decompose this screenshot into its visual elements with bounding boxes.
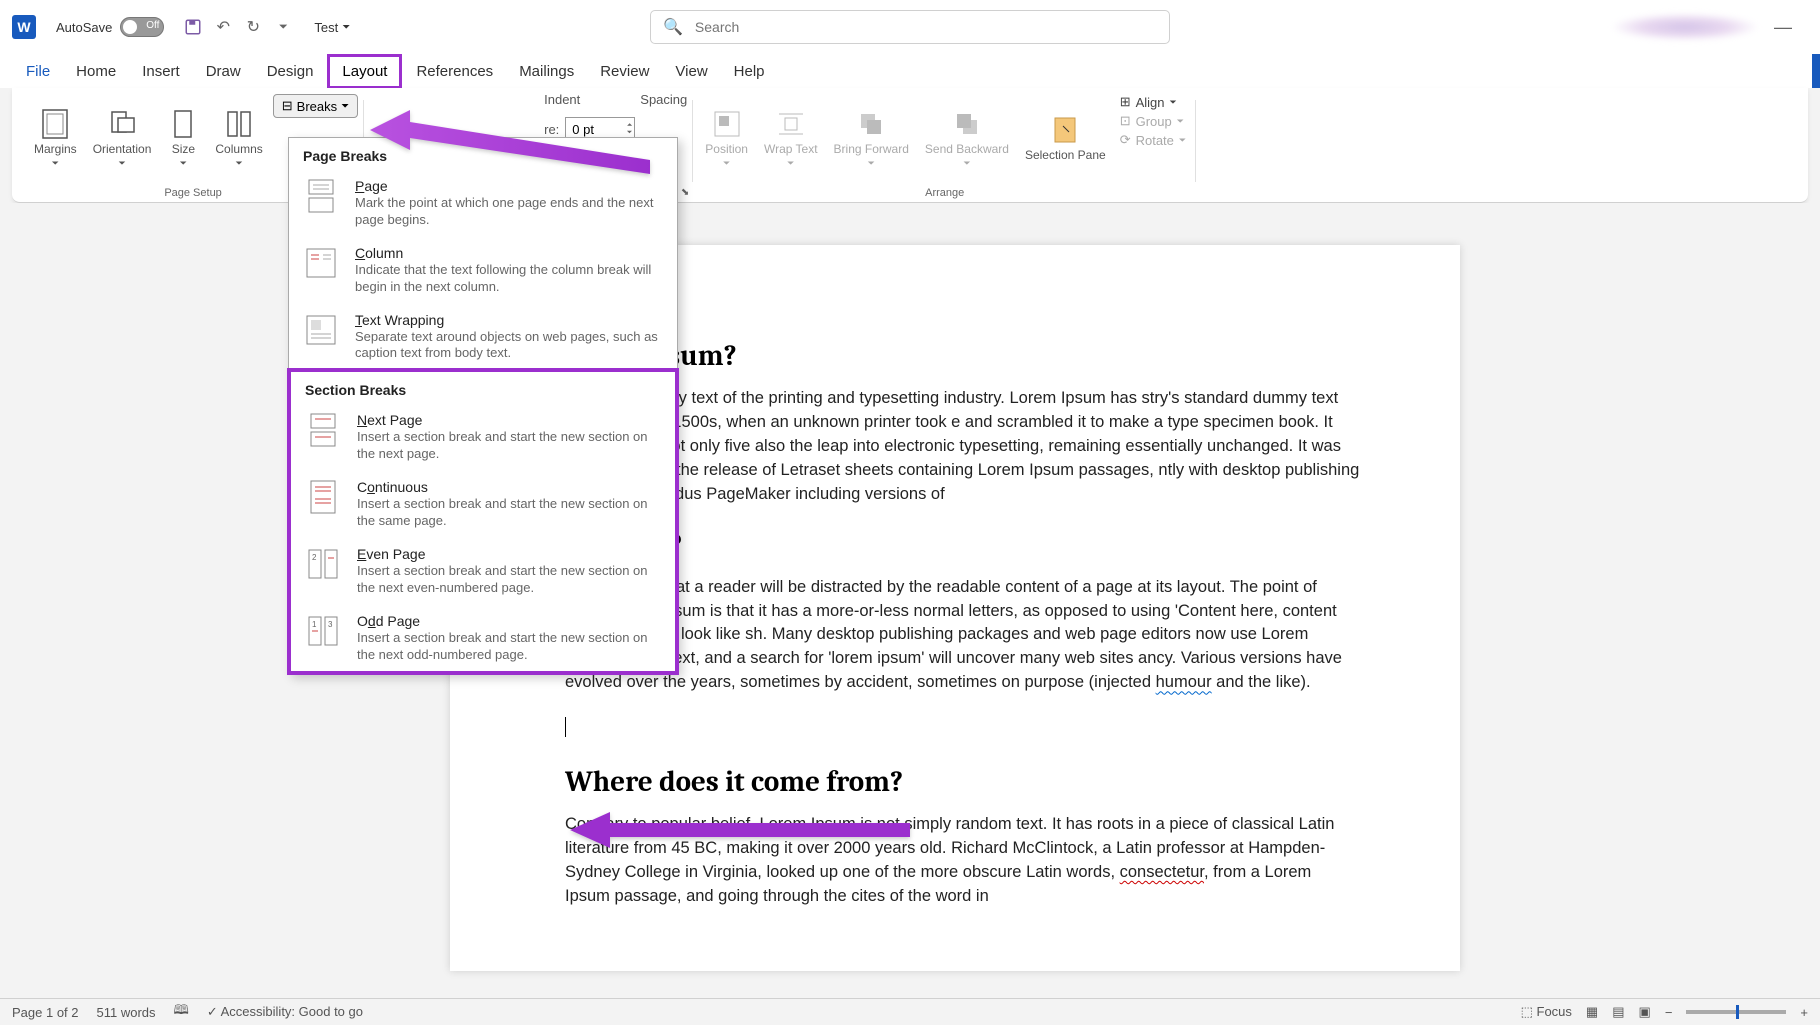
margins-button[interactable]: Margins⏷ xyxy=(28,92,83,184)
break-type-icon xyxy=(303,178,339,214)
tab-view[interactable]: View xyxy=(663,57,719,86)
paragraph-1: is simply dummy text of the printing and… xyxy=(565,387,1360,507)
size-button[interactable]: Size⏷ xyxy=(161,92,205,184)
break-type-icon: 13 xyxy=(305,613,341,649)
svg-text:2: 2 xyxy=(312,553,317,562)
word-app-icon: W xyxy=(12,15,36,39)
language-icon[interactable]: 🕮 xyxy=(174,1001,189,1023)
word-count[interactable]: 511 words xyxy=(97,1005,156,1020)
focus-mode[interactable]: ⬚ Focus xyxy=(1521,1004,1572,1020)
web-layout-icon[interactable]: ▣ xyxy=(1639,1004,1651,1020)
arrange-label: Arrange xyxy=(925,184,964,202)
text-cursor xyxy=(565,717,566,737)
breaks-menu-item[interactable]: Next PageInsert a section break and star… xyxy=(291,404,675,471)
breaks-menu-item[interactable]: 13 Odd PageInsert a section break and st… xyxy=(291,605,675,672)
breaks-menu-item[interactable]: Text WrappingSeparate text around object… xyxy=(289,304,677,371)
paragraph-2: ablished fact that a reader will be dist… xyxy=(565,576,1360,696)
breaks-dropdown-menu: Page Breaks PageMark the point at which … xyxy=(288,137,678,674)
paragraph-dialog-launcher[interactable]: ⬊ xyxy=(681,187,689,198)
ribbon-tabs: File Home Insert Draw Design Layout Refe… xyxy=(0,54,1820,88)
tab-review[interactable]: Review xyxy=(588,57,661,86)
qat-customize-icon[interactable]: ⏷ xyxy=(272,16,294,38)
rotate-icon: ⟳ xyxy=(1120,132,1131,148)
heading-1: orem Ipsum? xyxy=(565,340,1360,373)
zoom-slider[interactable] xyxy=(1686,1010,1786,1014)
send-backward-button[interactable]: Send Backward⏷ xyxy=(919,92,1015,184)
tab-home[interactable]: Home xyxy=(64,57,128,86)
user-account[interactable] xyxy=(1610,13,1760,41)
undo-icon[interactable]: ↶ xyxy=(212,16,234,38)
zoom-out-icon[interactable]: − xyxy=(1665,1005,1673,1020)
minimize-icon[interactable]: — xyxy=(1774,17,1792,38)
page-indicator[interactable]: Page 1 of 2 xyxy=(12,1005,79,1020)
title-bar: W AutoSave Off ↶ ↻ ⏷ Test ⏷ 🔍 — xyxy=(0,0,1820,54)
svg-text:3: 3 xyxy=(328,620,333,629)
svg-text:1: 1 xyxy=(312,620,317,629)
autosave-control[interactable]: AutoSave Off xyxy=(56,17,164,37)
tab-draw[interactable]: Draw xyxy=(194,57,253,86)
rotate-button[interactable]: ⟳Rotate ⏷ xyxy=(1120,132,1186,148)
align-icon: ⊞ xyxy=(1120,94,1131,110)
print-layout-icon[interactable]: ▤ xyxy=(1612,1004,1624,1020)
orientation-button[interactable]: Orientation⏷ xyxy=(87,92,158,184)
break-type-icon xyxy=(305,479,341,515)
tab-design[interactable]: Design xyxy=(255,57,326,86)
breaks-icon: ⊟ xyxy=(282,98,293,114)
columns-button[interactable]: Columns⏷ xyxy=(209,92,268,184)
group-icon: ⊡ xyxy=(1120,113,1131,129)
bring-forward-button[interactable]: Bring Forward⏷ xyxy=(828,92,915,184)
breaks-menu-item[interactable]: ContinuousInsert a section break and sta… xyxy=(291,471,675,538)
break-type-icon xyxy=(303,312,339,348)
selection-pane-button[interactable]: Selection Pane xyxy=(1019,92,1112,184)
break-type-icon: 2 xyxy=(305,546,341,582)
position-button[interactable]: Position⏷ xyxy=(699,92,754,184)
breaks-menu-item[interactable]: PageMark the point at which one page end… xyxy=(289,170,677,237)
page-setup-label: Page Setup xyxy=(164,184,222,202)
document-name[interactable]: Test ⏷ xyxy=(314,20,350,35)
breaks-menu-item[interactable]: ColumnIndicate that the text following t… xyxy=(289,237,677,304)
read-mode-icon[interactable]: ▦ xyxy=(1586,1004,1598,1020)
zoom-in-icon[interactable]: + xyxy=(1800,1005,1808,1020)
group-button[interactable]: ⊡Group ⏷ xyxy=(1120,113,1186,129)
tab-references[interactable]: References xyxy=(404,57,505,86)
accessibility-status[interactable]: ✓ Accessibility: Good to go xyxy=(207,1004,363,1020)
group-arrange: Position⏷ Wrap Text⏷ Bring Forward⏷ Send… xyxy=(693,92,1196,202)
tab-file[interactable]: File xyxy=(14,57,62,86)
redo-icon[interactable]: ↻ xyxy=(242,16,264,38)
heading-2: e use it? xyxy=(565,529,1360,562)
tab-mailings[interactable]: Mailings xyxy=(507,57,586,86)
search-bar[interactable]: 🔍 xyxy=(650,10,1170,44)
tab-help[interactable]: Help xyxy=(722,57,777,86)
breaks-menu-item[interactable]: 2 Even PageInsert a section break and st… xyxy=(291,538,675,605)
search-icon: 🔍 xyxy=(663,17,683,37)
status-bar: Page 1 of 2 511 words 🕮 ✓ Accessibility:… xyxy=(0,998,1820,1025)
breaks-button[interactable]: ⊟ Breaks ⏷ xyxy=(273,94,358,118)
autosave-label: AutoSave xyxy=(56,20,112,35)
break-type-icon xyxy=(303,245,339,281)
break-type-icon xyxy=(305,412,341,448)
align-button[interactable]: ⊞Align ⏷ xyxy=(1120,94,1186,110)
wrap-text-button[interactable]: Wrap Text⏷ xyxy=(758,92,824,184)
search-input[interactable] xyxy=(695,19,1157,35)
copilot-bar[interactable] xyxy=(1812,54,1820,88)
save-icon[interactable] xyxy=(182,16,204,38)
document-area[interactable]: orem Ipsum? is simply dummy text of the … xyxy=(0,203,1820,998)
heading-3: Where does it come from? xyxy=(565,766,1360,799)
tab-insert[interactable]: Insert xyxy=(130,57,192,86)
tab-layout[interactable]: Layout xyxy=(327,54,402,89)
ribbon: Margins⏷ Orientation⏷ Size⏷ Columns⏷ ⊟ B… xyxy=(12,88,1808,203)
section-breaks-header: Section Breaks xyxy=(291,372,675,404)
autosave-toggle[interactable]: Off xyxy=(120,17,164,37)
